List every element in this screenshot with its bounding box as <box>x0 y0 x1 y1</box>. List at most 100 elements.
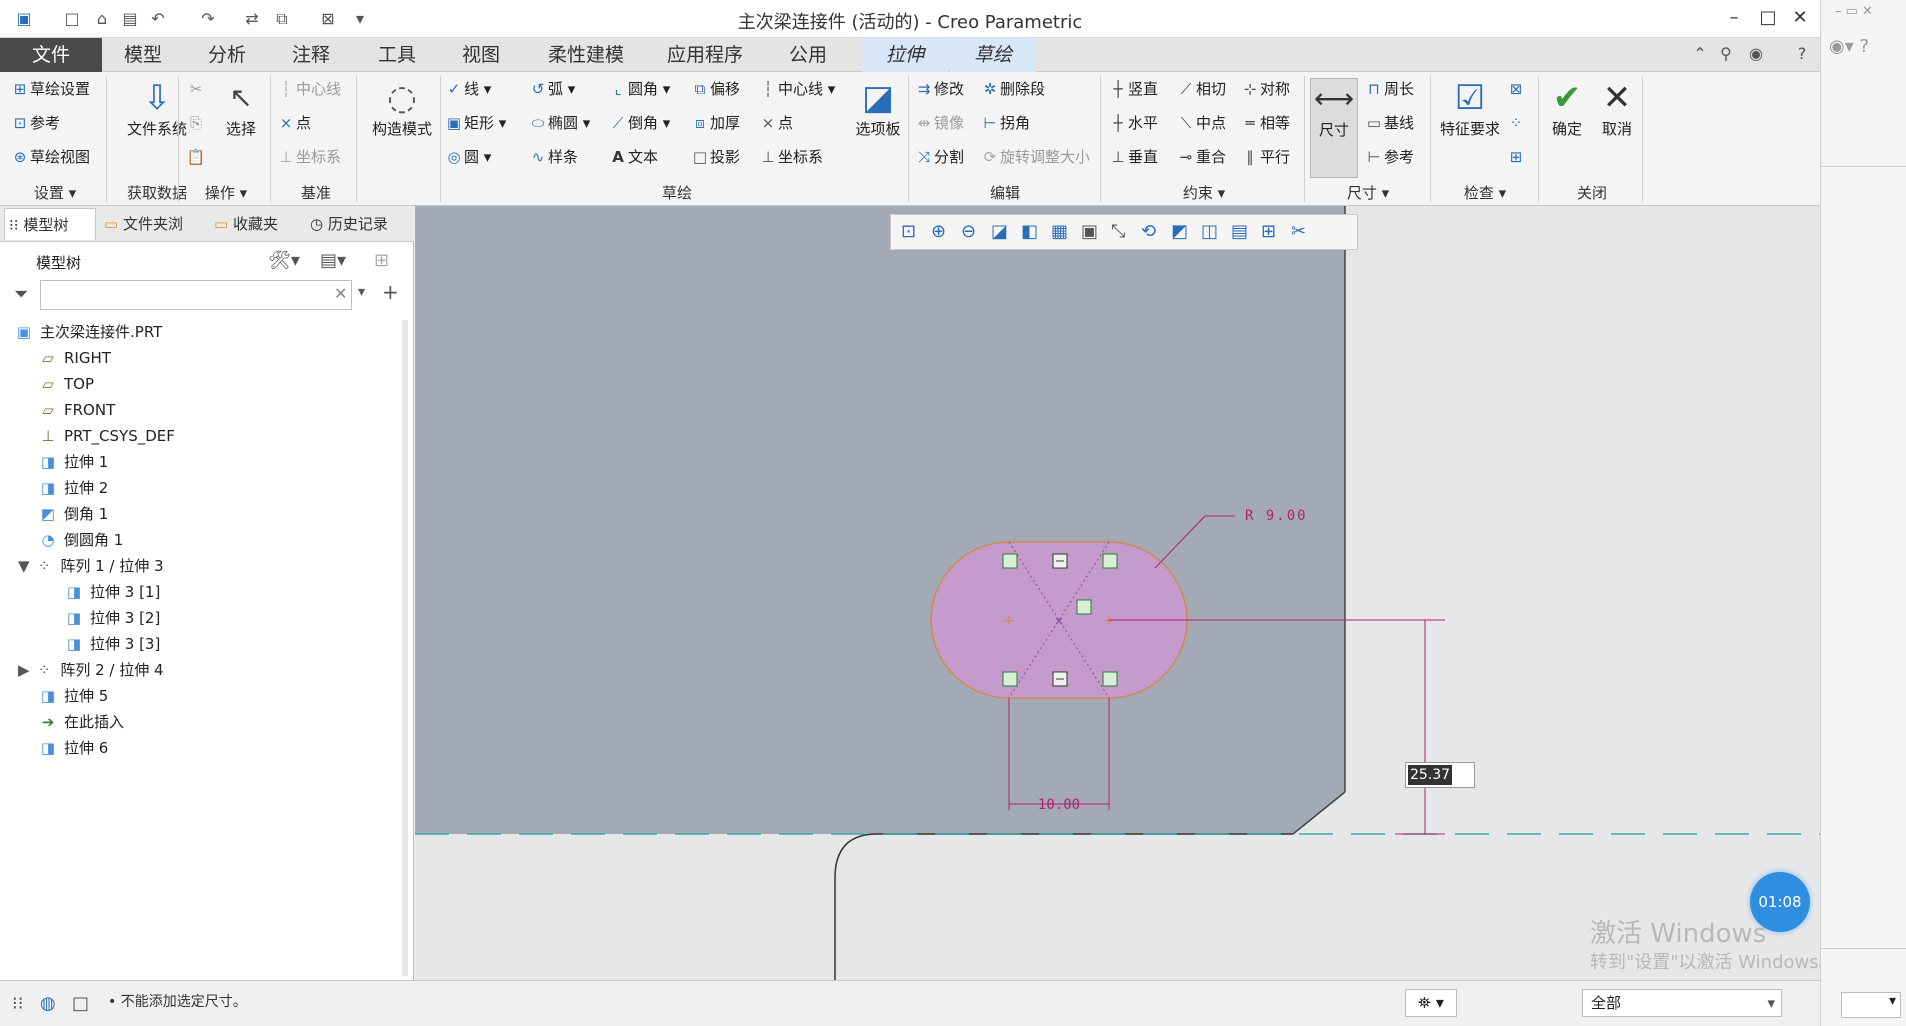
sketcher-display-icon[interactable]: ⊞ <box>1261 221 1276 242</box>
rotate-resize-button[interactable]: ⟳ 旋转调整大小 <box>980 146 1090 168</box>
tree-item-extrude-5[interactable]: ◨ 拉伸 5 <box>38 684 108 708</box>
clear-search-icon[interactable]: ✕ <box>334 284 347 303</box>
width-dimension[interactable]: 10.00 <box>1038 797 1080 813</box>
datum-point-button[interactable]: × 点 <box>276 112 311 134</box>
tab-model-tree[interactable]: ⁝⁝ 模型树 <box>4 208 96 240</box>
tree-item-part[interactable]: ▣ 主次梁连接件.PRT <box>14 320 162 344</box>
vertical-constraint-button[interactable]: ┼ 竖直 <box>1108 78 1158 100</box>
perspective-icon[interactable]: ⤡ <box>1111 221 1125 242</box>
browser-toggle-icon[interactable]: ◍ <box>40 993 56 1014</box>
tab-favorites[interactable]: ▭ 收藏夹 <box>210 208 302 240</box>
tab-tools[interactable]: 工具 <box>362 38 432 72</box>
tab-flexible-modeling[interactable]: 柔性建模 <box>534 38 638 72</box>
select-button[interactable]: ↖ 选择 <box>216 78 266 139</box>
delete-segment-button[interactable]: ✲ 删除段 <box>980 78 1045 100</box>
tree-filter-settings-icon[interactable]: ⊞ <box>374 250 389 271</box>
copy-button[interactable]: ⎘ <box>186 112 206 134</box>
tree-item-right[interactable]: ▱ RIGHT <box>38 346 111 370</box>
line-button[interactable]: ✓ 线 ▾ <box>444 78 492 100</box>
selection-filter-select[interactable]: 全部 ▾ <box>1582 989 1782 1017</box>
tree-item-extrude-3-2[interactable]: ◨ 拉伸 3 [2] <box>64 606 160 630</box>
group-label-setup[interactable]: 设置 ▾ <box>10 182 100 204</box>
tree-item-pattern-2[interactable]: ▶ ⁘ 阵列 2 / 拉伸 4 <box>18 658 164 682</box>
tab-public[interactable]: 公用 <box>772 38 844 72</box>
tree-item-extrude-2[interactable]: ◨ 拉伸 2 <box>38 476 108 500</box>
inspect-shade-button[interactable]: ⊞ <box>1506 146 1526 168</box>
radius-dimension[interactable]: R 9.00 <box>1245 508 1308 524</box>
dimension-button[interactable]: ⟷ 尺寸 <box>1310 78 1358 178</box>
smart-filter-button[interactable]: ⛯ ▾ <box>1405 989 1457 1017</box>
chamfer-button[interactable]: ⟋ 倒角 ▾ <box>608 112 671 134</box>
ellipse-button[interactable]: ⬭ 椭圆 ▾ <box>528 112 591 134</box>
modify-button[interactable]: ⇉ 修改 <box>914 78 964 100</box>
baseline-button[interactable]: ▭ 基线 <box>1364 112 1414 134</box>
offset-button[interactable]: ⧉ 偏移 <box>690 78 740 100</box>
coincident-constraint-button[interactable]: ⊸ 重合 <box>1176 146 1226 168</box>
tree-search-input[interactable] <box>40 280 352 310</box>
arc-button[interactable]: ↺ 弧 ▾ <box>528 78 576 100</box>
tree-scrollbar[interactable] <box>402 320 408 976</box>
tree-item-csys[interactable]: ⊥ PRT_CSYS_DEF <box>38 424 174 448</box>
sketch-point-button[interactable]: × 点 <box>758 112 793 134</box>
close-button[interactable]: ✕ <box>1788 6 1812 30</box>
sketch-view-icon[interactable]: ▤ <box>1231 221 1248 242</box>
group-label-constrain[interactable]: 约束 ▾ <box>1108 182 1300 204</box>
search-icon[interactable]: ⚲ <box>1716 44 1736 64</box>
tree-item-extrude-1[interactable]: ◨ 拉伸 1 <box>38 450 108 474</box>
maximize-button[interactable]: □ <box>1756 6 1780 30</box>
collapse-arrow-icon[interactable]: ▼ <box>18 557 34 575</box>
perimeter-button[interactable]: ⊓ 周长 <box>1364 78 1414 100</box>
recording-timer[interactable]: 01:08 <box>1750 872 1810 932</box>
inspect-overlap-button[interactable]: ⊠ <box>1506 78 1526 100</box>
view-manager-icon[interactable]: ▣ <box>1081 221 1098 242</box>
tab-file[interactable]: 文件 <box>0 38 102 72</box>
group-label-inspect[interactable]: 检查 ▾ <box>1434 182 1536 204</box>
zoom-out-icon[interactable]: ⊖ <box>961 221 976 242</box>
tree-item-extrude-3-3[interactable]: ◨ 拉伸 3 [3] <box>64 632 160 656</box>
display-style-icon[interactable]: ◧ <box>1021 221 1038 242</box>
tab-folder-browser[interactable]: ▭ 文件夹浏 <box>100 208 204 240</box>
group-label-operations[interactable]: 操作 ▾ <box>186 182 266 204</box>
datum-display-icon[interactable]: ⟲ <box>1141 221 1156 242</box>
repaint-icon[interactable]: ◪ <box>991 221 1008 242</box>
tree-item-front[interactable]: ▱ FRONT <box>38 398 115 422</box>
spline-button[interactable]: ∿ 样条 <box>528 146 578 168</box>
corner-button[interactable]: ⊢ 拐角 <box>980 112 1030 134</box>
annotation-display-icon[interactable]: ◫ <box>1201 221 1218 242</box>
datum-centerline-button[interactable]: ┆ 中心线 <box>276 78 341 100</box>
parallel-constraint-button[interactable]: ∥ 平行 <box>1240 146 1290 168</box>
tab-extrude[interactable]: 拉伸 <box>862 38 948 72</box>
mirror-button[interactable]: ⇹ 镜像 <box>914 112 964 134</box>
refit-icon[interactable]: ⊡ <box>901 221 916 242</box>
paste-button[interactable]: 📋 <box>186 146 206 168</box>
tree-columns-icon[interactable]: ▤▾ <box>320 250 346 271</box>
tab-view[interactable]: 视图 <box>446 38 516 72</box>
sketch-view-button[interactable]: ⊛ 草绘视图 <box>10 146 90 168</box>
datum-csys-button[interactable]: ⊥ 坐标系 <box>276 146 341 168</box>
text-button[interactable]: A 文本 <box>608 146 658 168</box>
tab-sketch[interactable]: 草绘 <box>950 38 1036 72</box>
perpendicular-constraint-button[interactable]: ⊥ 垂直 <box>1108 146 1158 168</box>
equal-constraint-button[interactable]: ═ 相等 <box>1240 112 1290 134</box>
tree-item-top[interactable]: ▱ TOP <box>38 372 94 396</box>
expand-arrow-icon[interactable]: ▶ <box>18 661 34 679</box>
construction-mode-button[interactable]: ◌ 构造模式 <box>360 78 444 139</box>
tree-item-extrude-3-1[interactable]: ◨ 拉伸 3 [1] <box>64 580 160 604</box>
help-icon[interactable]: ? <box>1792 44 1812 64</box>
horizontal-constraint-button[interactable]: ┼ 水平 <box>1108 112 1158 134</box>
circle-button[interactable]: ◎ 圆 ▾ <box>444 146 491 168</box>
tab-applications[interactable]: 应用程序 <box>652 38 758 72</box>
sketch-centerline-button[interactable]: ┆ 中心线 ▾ <box>758 78 835 100</box>
dimension-reference-button[interactable]: ⊢ 参考 <box>1364 146 1414 168</box>
midpoint-constraint-button[interactable]: ⟍ 中点 <box>1176 112 1226 134</box>
tree-item-chamfer-1[interactable]: ◩ 倒角 1 <box>38 502 108 526</box>
reference-button[interactable]: ⊡ 参考 <box>10 112 60 134</box>
collapse-ribbon-icon[interactable]: ⌃ <box>1690 44 1710 64</box>
tree-item-pattern-1[interactable]: ▼ ⁘ 阵列 1 / 拉伸 3 <box>18 554 164 578</box>
graphics-area[interactable]: + + × R 9.00 10.00 激活 Windows 转到"设置"以激活 … <box>415 206 1820 980</box>
cut-button[interactable]: ✂ <box>186 78 206 100</box>
tree-settings-icon[interactable]: 🛠▾ <box>268 250 300 271</box>
fillet-button[interactable]: ⌞ 圆角 ▾ <box>608 78 670 100</box>
symmetric-constraint-button[interactable]: ⊹ 对称 <box>1240 78 1290 100</box>
navigator-toggle-icon[interactable]: ⁝⁝ <box>12 993 23 1014</box>
